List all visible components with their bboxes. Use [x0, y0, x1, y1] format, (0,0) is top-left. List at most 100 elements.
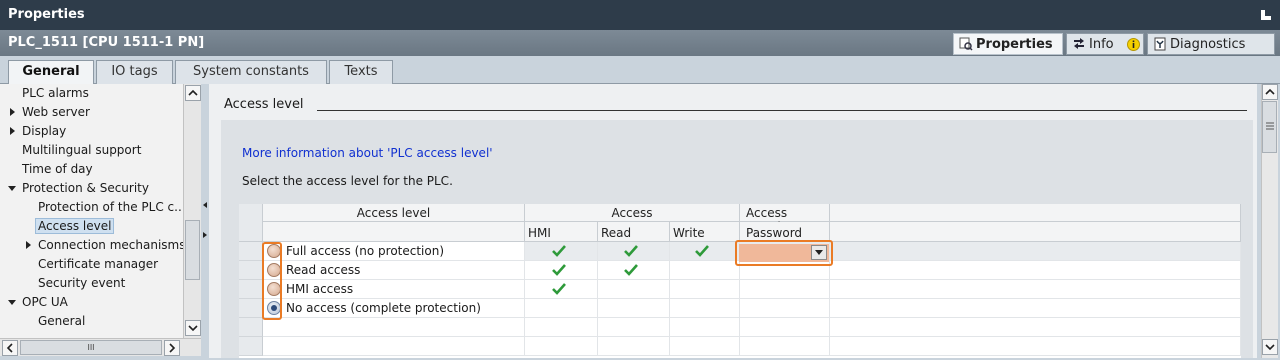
table-row	[263, 318, 525, 337]
access-read-cell	[598, 242, 670, 261]
access-level-label: Read access	[286, 263, 361, 277]
access-write-cell	[670, 261, 740, 280]
tree-item[interactable]: Security event	[0, 274, 183, 293]
chevron-right-icon	[169, 343, 176, 353]
arrows-icon	[1074, 38, 1084, 49]
tree-item-label: Protection of the PLC c...	[38, 200, 184, 214]
tree-horizontal-scrollbar[interactable]: III	[0, 338, 201, 356]
row-header[interactable]	[239, 318, 263, 337]
chevron-up-icon	[188, 89, 198, 96]
scroll-right-button[interactable]	[164, 340, 180, 356]
pane-splitter[interactable]	[201, 84, 209, 356]
object-name: PLC_1511 [CPU 1511-1 PN]	[8, 35, 205, 50]
hscroll-thumb[interactable]: III	[20, 340, 162, 355]
collapse-arrow-icon[interactable]	[8, 186, 16, 191]
tab-properties[interactable]: Properties	[953, 33, 1063, 55]
scroll-up-button[interactable]	[185, 85, 201, 101]
tab-system-constants[interactable]: System constants	[175, 60, 327, 84]
window-title: Properties	[8, 7, 85, 22]
tree-item-label: PLC alarms	[22, 86, 89, 100]
pin-icon[interactable]	[1260, 9, 1272, 21]
tree-item[interactable]: Connection mechanisms	[0, 236, 183, 255]
expand-arrow-icon[interactable]	[10, 127, 15, 135]
access-write-cell	[670, 318, 740, 337]
row-header[interactable]	[239, 280, 263, 299]
table-row[interactable]: Full access (no protection)	[263, 242, 525, 261]
access-read-cell	[598, 261, 670, 280]
section-title: Access level	[224, 97, 304, 112]
tree-item[interactable]: Protection & Security	[0, 179, 183, 198]
instruction-text: Select the access level for the PLC.	[242, 174, 453, 188]
row-header[interactable]	[239, 261, 263, 280]
access-level-table: Access level Access Access permi... HMI …	[239, 204, 1241, 358]
row-header[interactable]	[239, 299, 263, 318]
tree-item[interactable]: Multilingual support	[0, 141, 183, 160]
content-vertical-scrollbar[interactable]	[1261, 84, 1278, 358]
tab-info[interactable]: Info	[1066, 33, 1144, 55]
expand-arrow-icon[interactable]	[10, 108, 15, 116]
tab-diagnostics-label: Diagnostics	[1170, 37, 1246, 52]
table-row[interactable]: No access (complete protection)	[263, 299, 525, 318]
row-header[interactable]	[239, 337, 263, 356]
tree-item[interactable]: OPC UA	[0, 293, 183, 312]
tab-properties-label: Properties	[976, 37, 1053, 52]
tab-diagnostics[interactable]: Diagnostics	[1147, 33, 1275, 55]
table-row	[263, 337, 525, 356]
password-cell	[740, 299, 830, 318]
tree-item[interactable]: Access level	[0, 217, 183, 236]
table-row[interactable]: Read access	[263, 261, 525, 280]
info-icon	[1127, 38, 1140, 51]
content-scroll-down-button[interactable]	[1262, 339, 1278, 355]
dropdown-arrow-icon	[815, 250, 823, 255]
object-bar: PLC_1511 [CPU 1511-1 PN] Properties Info…	[0, 30, 1280, 56]
chevron-down-icon	[188, 325, 198, 332]
tree-item[interactable]: Time of day	[0, 160, 183, 179]
content-scroll-thumb[interactable]	[1262, 101, 1277, 153]
access-write-cell	[670, 280, 740, 299]
header-hmi: HMI	[525, 222, 598, 242]
info-link[interactable]: More information about 'PLC access level…	[242, 146, 493, 160]
access-level-label: HMI access	[286, 282, 354, 296]
tab-texts[interactable]: Texts	[329, 60, 393, 84]
tree-item-label: Access level	[34, 218, 115, 234]
row-header[interactable]	[239, 242, 263, 261]
access-hmi-cell	[525, 299, 598, 318]
password-field[interactable]	[739, 244, 829, 262]
tree-vertical-scrollbar[interactable]	[183, 84, 201, 338]
header-access: Access	[525, 204, 740, 222]
expand-arrow-icon[interactable]	[26, 241, 31, 249]
access-hmi-cell	[525, 242, 598, 261]
tree-item[interactable]: Web server	[0, 103, 183, 122]
tree-item[interactable]: Certificate manager	[0, 255, 183, 274]
tab-info-label: Info	[1089, 37, 1114, 52]
check-icon	[624, 264, 638, 276]
access-hmi-cell	[525, 261, 598, 280]
tree-item-label: Time of day	[22, 162, 93, 176]
scroll-thumb[interactable]	[185, 220, 200, 280]
password-cell	[740, 337, 830, 356]
tab-io-tags[interactable]: IO tags	[96, 60, 173, 84]
tree-item[interactable]: General	[0, 312, 183, 331]
diagnostics-icon	[1154, 37, 1166, 51]
scroll-left-button[interactable]	[2, 340, 18, 356]
header-spacer	[830, 204, 1241, 222]
scroll-down-button[interactable]	[185, 320, 201, 336]
tree-item[interactable]: Protection of the PLC c...	[0, 198, 184, 217]
tab-general[interactable]: General	[8, 60, 94, 85]
chevron-up-icon	[1265, 88, 1275, 95]
password-dropdown-button[interactable]	[811, 245, 827, 260]
check-icon	[551, 283, 566, 295]
check-icon	[551, 264, 566, 276]
header-access-permission[interactable]: Access permi...	[740, 204, 830, 234]
splitter-arrows-icon[interactable]	[202, 200, 208, 240]
collapse-arrow-icon[interactable]	[8, 300, 16, 305]
table-row[interactable]: HMI access	[263, 280, 525, 299]
tree-item[interactable]: Display	[0, 122, 183, 141]
check-icon	[624, 245, 638, 257]
check-icon	[551, 245, 566, 257]
tree-item-label: Web server	[22, 105, 90, 119]
chevron-left-icon	[6, 343, 13, 353]
tree-item-label: General	[38, 314, 86, 328]
content-scroll-up-button[interactable]	[1262, 84, 1278, 100]
tree-item[interactable]: PLC alarms	[0, 84, 183, 103]
